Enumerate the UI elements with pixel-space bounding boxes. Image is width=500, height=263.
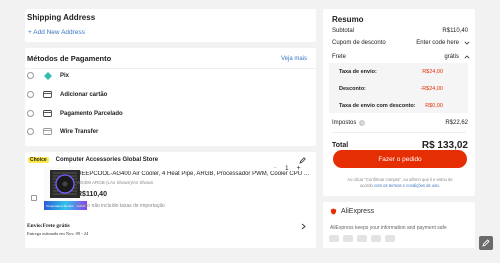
impostos-label: Impostos: [332, 120, 357, 126]
discount-label: Desconto:: [339, 86, 366, 92]
decrease-button[interactable]: −: [273, 165, 277, 172]
divider: [25, 68, 316, 69]
store-name[interactable]: Computer Accessories Global Store: [56, 157, 158, 163]
radio-button[interactable]: [27, 72, 34, 79]
discount-value: -R$24,00: [420, 86, 443, 92]
payment-option-pix[interactable]: Pix: [27, 71, 70, 80]
shipping-card: Shipping Address + Add New Address: [25, 9, 316, 42]
tax-discount-value: R$0,00: [425, 103, 443, 109]
tax-note: Preço não incluído taxas de importação: [77, 203, 165, 209]
coupon-row[interactable]: Cupom de desconto Enter code here: [332, 40, 470, 46]
product-checkbox[interactable]: [31, 195, 37, 201]
feedback-button[interactable]: [479, 236, 493, 250]
shield-icon: [330, 208, 337, 215]
pix-icon: [43, 71, 52, 80]
place-order-button[interactable]: Fazer o pedido: [333, 150, 467, 168]
tax-label: Taxa de envio:: [339, 69, 377, 75]
image-label: Temperature Monitor: [46, 203, 74, 208]
product-variant[interactable]: AG400 ARGB (LAs Shown)/As Shown: [77, 180, 153, 185]
chevron-down-icon: [464, 41, 470, 45]
coupon-label: Cupom de desconto: [332, 40, 386, 46]
shipping-title: Shipping Address: [27, 13, 96, 22]
choice-badge: Choice: [28, 157, 49, 163]
legal-note: Ao clicar "Confirmar compra", eu afirmo …: [333, 177, 467, 190]
card-icon: [43, 110, 52, 117]
payment-option-installments[interactable]: Pagamento Parcelado: [27, 110, 123, 117]
impostos-row: Impostos ? R$22,62: [332, 120, 468, 126]
payment-badge-icon: [371, 235, 381, 242]
coupon-placeholder: Enter code here: [416, 40, 459, 46]
aliexpress-logo: AliExpress: [330, 208, 374, 215]
aliexpress-brand: AliExpress: [341, 208, 375, 215]
payment-option-wire[interactable]: Wire Transfer: [27, 128, 98, 135]
quantity-value[interactable]: 1: [285, 166, 288, 172]
payment-badge-icon: [385, 235, 395, 242]
radio-button[interactable]: [27, 110, 34, 117]
divider: [332, 132, 466, 133]
subtotal-row: Subtotal R$110,40: [332, 28, 468, 34]
help-icon[interactable]: ?: [359, 120, 366, 126]
aliexpress-description: AliExpress keeps your information and pa…: [330, 225, 447, 231]
add-address-link[interactable]: + Add New Address: [28, 29, 85, 36]
payment-option-label: Pagamento Parcelado: [60, 110, 123, 117]
impostos-value: R$22,62: [445, 120, 468, 126]
frete-toggle[interactable]: grátis: [444, 54, 470, 60]
see-more-link[interactable]: Veja mais: [281, 56, 307, 62]
payment-option-label: Wire Transfer: [60, 128, 99, 135]
quantity-stepper[interactable]: − 1 +: [273, 165, 301, 172]
tax-row: Taxa de envio: R$24,00: [339, 69, 443, 75]
frete-row[interactable]: Frete grátis: [332, 54, 470, 60]
bank-icon: [43, 128, 52, 135]
frete-label: Frete: [332, 54, 347, 60]
legal-text: acordo: [360, 183, 375, 189]
pencil-icon: [482, 239, 490, 247]
frete-value: grátis: [444, 54, 459, 60]
store-header: Choice Computer Accessories Global Store: [28, 157, 158, 163]
store-card: Choice Computer Accessories Global Store…: [25, 152, 316, 248]
payment-option-card[interactable]: Adicionar cartão: [27, 91, 107, 98]
delivery-estimate: Entrega estimada em Nov. 09 - 24: [27, 231, 89, 236]
tax-discount-label: Taxa de envio com desconto:: [339, 103, 416, 109]
discount-row: Desconto: -R$24,00: [339, 86, 443, 92]
card-icon: [43, 91, 52, 98]
aliexpress-card: AliExpress AliExpress keeps your informa…: [323, 202, 475, 248]
radio-button[interactable]: [27, 128, 34, 135]
payment-badge-icon: [343, 235, 353, 242]
security-badges: [329, 235, 395, 242]
payment-option-label: Pix: [60, 72, 70, 79]
subtotal-label: Subtotal: [332, 28, 355, 34]
terms-link[interactable]: com os termos e condições de uso.: [374, 183, 440, 188]
increase-button[interactable]: +: [296, 165, 300, 172]
chevron-up-icon: [464, 55, 470, 59]
shipping-info-title: Envio:Frete grátis: [27, 223, 70, 229]
subtotal-value: R$110,40: [442, 28, 468, 34]
summary-title: Resumo: [332, 15, 364, 24]
total-label: Total: [332, 142, 349, 149]
product-price: R$110,40: [77, 191, 107, 198]
payment-option-label: Adicionar cartão: [60, 91, 108, 98]
coupon-input[interactable]: Enter code here: [416, 40, 470, 46]
chevron-right-icon[interactable]: [301, 223, 306, 232]
payment-badge-icon: [357, 235, 367, 242]
payment-badge-icon: [329, 235, 339, 242]
tax-value: R$24,00: [422, 69, 443, 75]
radio-button[interactable]: [27, 91, 34, 98]
payment-title: Métodos de Pagamento: [27, 54, 112, 63]
tax-discount-row: Taxa de envio com desconto: R$0,00: [339, 103, 443, 109]
